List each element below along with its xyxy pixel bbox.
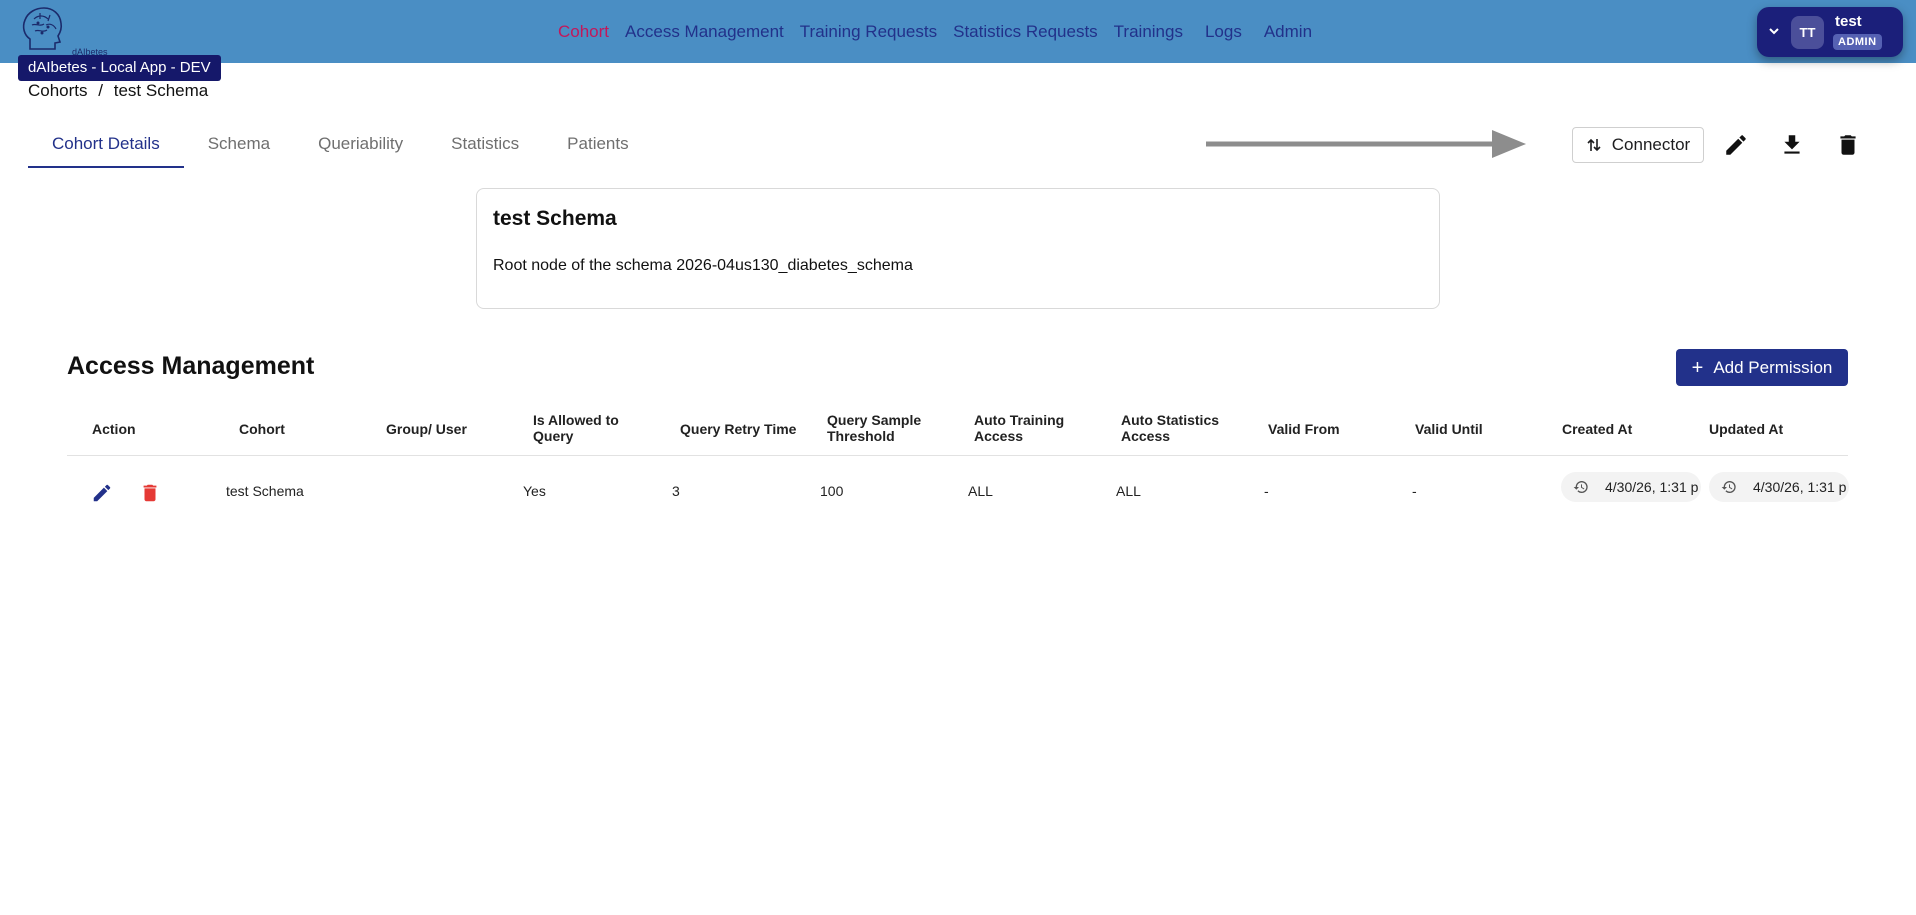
cohort-description: Root node of the schema 2026-04us130_dia… — [493, 257, 913, 274]
nav-training-requests[interactable]: Training Requests — [800, 22, 937, 42]
cell-auto-statistics: ALL — [1116, 483, 1141, 499]
connector-button[interactable]: Connector — [1572, 127, 1704, 163]
access-management-title: Access Management — [67, 352, 315, 380]
column-header[interactable]: Valid From — [1268, 421, 1408, 437]
user-name: test — [1835, 13, 1862, 30]
delete-icon[interactable] — [1835, 132, 1861, 158]
cohort-info-card: test Schema Root node of the schema 2026… — [476, 188, 1440, 309]
download-icon[interactable] — [1779, 132, 1805, 158]
column-header[interactable]: Updated At — [1709, 421, 1849, 437]
cell-valid-until: - — [1412, 483, 1417, 499]
edit-icon[interactable] — [1723, 132, 1749, 158]
column-header[interactable]: Query Retry Time — [680, 421, 820, 437]
edit-permission-icon[interactable] — [91, 482, 113, 504]
nav-admin[interactable]: Admin — [1264, 22, 1312, 42]
tab-cohort-details[interactable]: Cohort Details — [28, 124, 184, 168]
cohort-tabs: Cohort Details Schema Queriability Stati… — [28, 124, 653, 168]
table-row: test Schema Yes 3 100 ALL ALL - - 4/30/2… — [67, 456, 1849, 526]
nav-access-management[interactable]: Access Management — [625, 22, 784, 42]
top-bar: dAIbetes Cohort Access Management Traini… — [0, 0, 1916, 63]
breadcrumb: Cohorts / test Schema — [28, 81, 214, 101]
nav-trainings[interactable]: Trainings — [1114, 22, 1183, 42]
pointer-arrow-icon — [1206, 130, 1526, 158]
updated-at-value: 4/30/26, 1:31 p — [1753, 479, 1847, 495]
nav-logs[interactable]: Logs — [1205, 22, 1242, 42]
app-logo[interactable]: dAIbetes — [20, 5, 108, 57]
delete-permission-icon[interactable] — [139, 482, 161, 504]
permissions-table: Action Cohort Group/ User Is Allowed to … — [67, 404, 1849, 526]
chevron-down-icon — [1769, 28, 1779, 35]
column-header[interactable]: Valid Until — [1415, 421, 1555, 437]
breadcrumb-current: test Schema — [113, 81, 209, 100]
cell-cohort: test Schema — [226, 483, 304, 499]
plus-icon: + — [1691, 356, 1704, 379]
main-nav: Cohort Access Management Training Reques… — [558, 0, 1328, 63]
role-badge: ADMIN — [1833, 34, 1882, 50]
column-header[interactable]: Auto Training Access — [974, 412, 1084, 444]
brain-head-logo-icon — [22, 7, 63, 50]
cohort-title: test Schema — [493, 207, 617, 230]
swap-vertical-icon — [1587, 138, 1601, 152]
column-header[interactable]: Auto Statistics Access — [1121, 412, 1231, 444]
column-header[interactable]: Created At — [1562, 421, 1702, 437]
nav-cohort[interactable]: Cohort — [558, 22, 609, 42]
created-at-chip: 4/30/26, 1:31 p — [1561, 472, 1701, 502]
column-header[interactable]: Group/ User — [386, 421, 526, 437]
history-icon — [1721, 481, 1736, 493]
add-permission-button[interactable]: + Add Permission — [1676, 349, 1848, 386]
user-menu[interactable]: TT test ADMIN — [1757, 7, 1903, 57]
cell-sample-threshold: 100 — [820, 483, 844, 499]
tab-statistics[interactable]: Statistics — [427, 124, 543, 168]
column-header[interactable]: Is Allowed to Query — [533, 412, 643, 444]
breadcrumb-separator: / — [98, 81, 103, 100]
column-header[interactable]: Action — [92, 421, 232, 437]
column-header[interactable]: Cohort — [239, 421, 379, 437]
column-header[interactable]: Query Sample Threshold — [827, 412, 937, 444]
updated-at-chip: 4/30/26, 1:31 p — [1709, 472, 1849, 502]
created-at-value: 4/30/26, 1:31 p — [1605, 479, 1699, 495]
environment-badge: dAIbetes - Local App - DEV — [18, 55, 221, 81]
nav-statistics-requests[interactable]: Statistics Requests — [953, 22, 1098, 42]
breadcrumb-cohorts[interactable]: Cohorts — [28, 81, 88, 100]
cell-valid-from: - — [1264, 483, 1269, 499]
cell-retry-time: 3 — [672, 483, 680, 499]
tab-patients[interactable]: Patients — [543, 124, 652, 168]
table-header: Action Cohort Group/ User Is Allowed to … — [67, 404, 1848, 456]
tab-schema[interactable]: Schema — [184, 124, 294, 168]
cell-auto-training: ALL — [968, 483, 993, 499]
tab-queriability[interactable]: Queriability — [294, 124, 427, 168]
history-icon — [1573, 481, 1588, 493]
add-permission-label: Add Permission — [1713, 357, 1833, 377]
connector-label: Connector — [1611, 135, 1691, 154]
cell-is-allowed: Yes — [523, 483, 546, 499]
avatar: TT — [1791, 16, 1824, 49]
